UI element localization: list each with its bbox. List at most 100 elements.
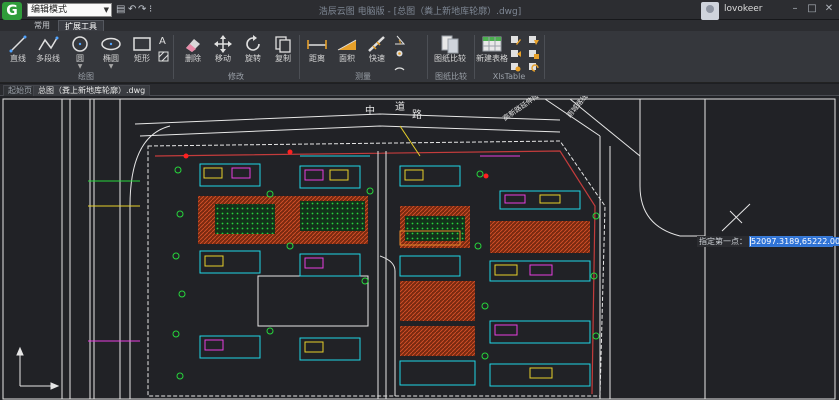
road-line <box>134 113 561 125</box>
compare-icon <box>441 35 459 54</box>
copy-label: 复制 <box>275 54 291 63</box>
table-refresh-icon[interactable] <box>528 61 539 72</box>
window-title: 浩辰云图 电脑版 - [总图（粪上新地库轮廓）.dwg] <box>318 7 522 17</box>
redo-icon[interactable]: ↷ <box>138 3 146 17</box>
coordinate-icon[interactable] <box>394 48 405 59</box>
table-style-icon[interactable] <box>528 48 539 59</box>
line-label: 直线 <box>10 54 26 63</box>
document-tabs: 起始页 总图（粪上新地库轮廓）.dwg <box>0 84 839 96</box>
prompt-label: 指定第一点： <box>697 236 749 247</box>
text-icon[interactable]: A <box>158 35 169 46</box>
area-icon <box>337 39 357 51</box>
eraser-icon <box>186 39 200 52</box>
table-link-icon[interactable] <box>528 34 539 45</box>
copy-button[interactable]: 复制 <box>266 34 300 68</box>
undo-icon[interactable]: ↶ <box>128 3 136 17</box>
line-button[interactable]: 直线 <box>1 34 35 68</box>
compare-label: 图纸比较 <box>434 54 466 63</box>
line-icon <box>9 35 27 53</box>
tab-drawing[interactable]: 总图（粪上新地库轮廓）.dwg <box>33 85 151 96</box>
copy-icon <box>275 36 291 53</box>
coordinate-prompt: 指定第一点： 52097.3189,65222.0095 <box>697 236 839 247</box>
tab-common[interactable]: 常用 <box>28 20 56 31</box>
rectangle-button[interactable]: 矩形 <box>125 34 159 68</box>
drawing-canvas[interactable]: 中 道 路 高新路延伸段 雨城路线 指定第一点： 52097.3189,6522… <box>0 96 839 400</box>
hatch-zone <box>400 326 475 356</box>
erase-label: 删除 <box>185 54 201 63</box>
username[interactable]: lovokeer <box>724 4 763 14</box>
quick-measure-icon <box>368 36 385 52</box>
minimize-icon[interactable]: – <box>786 2 804 16</box>
street-label: 道 <box>395 100 405 113</box>
table-edit-icon[interactable] <box>510 34 521 45</box>
angle-icon[interactable] <box>394 34 405 45</box>
rotate-button[interactable]: 旋转 <box>236 34 270 68</box>
app-logo[interactable]: G <box>2 2 22 20</box>
tab-extension-tools[interactable]: 扩展工具 <box>58 20 104 31</box>
marker-point <box>183 153 189 159</box>
mode-select[interactable]: 编辑模式 ▼ <box>27 3 112 17</box>
polyline-icon <box>38 36 59 51</box>
move-button[interactable]: 移动 <box>206 34 240 68</box>
area-label: 面积 <box>339 54 355 63</box>
new-table-label: 新建表格 <box>476 54 508 63</box>
move-icon <box>214 35 232 53</box>
rectangle-label: 矩形 <box>134 54 150 63</box>
ribbon-tabs: 常用 扩展工具 <box>0 20 839 31</box>
chevron-down-icon[interactable]: ▼ <box>63 64 97 70</box>
building-outline <box>257 275 369 327</box>
hatch-zone <box>490 221 590 253</box>
polyline-button[interactable]: 多段线 <box>31 34 65 68</box>
road-line <box>139 125 561 137</box>
hatch-zone <box>215 204 275 234</box>
chevron-down-icon: ▼ <box>103 6 109 14</box>
avatar[interactable] <box>701 2 719 20</box>
rectangle-icon <box>133 37 151 51</box>
group-title-measure: 测量 <box>355 72 371 81</box>
circle-button[interactable]: 圆 ▼ <box>63 34 97 70</box>
compare-drawings-button[interactable]: 图纸比较 <box>432 34 468 68</box>
table-export-icon[interactable] <box>510 61 521 72</box>
leader-line <box>399 125 421 157</box>
cad-drawing: 中 道 路 高新路延伸段 雨城路线 <box>2 96 836 400</box>
chevron-down-icon[interactable]: ▼ <box>94 64 128 70</box>
distance-label: 距离 <box>309 54 325 63</box>
area-button[interactable]: 面积 <box>330 34 364 68</box>
distance-button[interactable]: 距离 <box>300 34 334 68</box>
tab-start-page[interactable]: 起始页 <box>3 85 37 96</box>
table-icon <box>482 36 502 52</box>
road-line <box>129 125 171 399</box>
marker-point <box>287 149 293 155</box>
coordinate-value: 52097.3189,65222.0095 <box>751 237 839 246</box>
hatch-icon[interactable] <box>158 51 169 62</box>
move-label: 移动 <box>215 54 231 63</box>
group-title-xlstable: XlsTable <box>492 72 526 81</box>
rotate-icon <box>246 35 260 51</box>
tab-drawing-label: 总图（粪上新地库轮廓）.dwg <box>38 86 146 95</box>
customize-icon[interactable]: ⁝ <box>149 3 152 17</box>
open-icon[interactable]: ▤ <box>116 3 125 17</box>
tab-start-page-label: 起始页 <box>8 86 32 95</box>
group-title-compare: 图纸比较 <box>435 72 467 81</box>
quick-measure-button[interactable]: 快速 <box>360 34 394 68</box>
svg-text:A: A <box>159 36 166 46</box>
ellipse-button[interactable]: 椭圆 ▼ <box>94 34 128 70</box>
road-line <box>639 99 681 237</box>
hatch-zone <box>400 281 475 321</box>
maximize-icon[interactable]: □ <box>803 2 821 16</box>
rotate-label: 旋转 <box>245 54 261 63</box>
group-title-modify: 修改 <box>228 72 244 81</box>
group-title-draw: 绘图 <box>78 72 94 81</box>
table-import-icon[interactable] <box>510 48 521 59</box>
ucs-icon <box>16 346 60 390</box>
mode-select-value: 编辑模式 <box>31 5 68 15</box>
hatch-zone <box>300 201 365 231</box>
polyline-label: 多段线 <box>36 54 60 63</box>
road-line <box>379 255 396 396</box>
new-table-button[interactable]: 新建表格 <box>472 34 512 68</box>
arc-length-icon[interactable] <box>394 61 405 72</box>
close-icon[interactable]: ✕ <box>820 2 838 16</box>
coordinate-input[interactable]: 52097.3189,65222.0095 <box>749 236 839 247</box>
erase-button[interactable]: 删除 <box>176 34 210 68</box>
ellipse-icon <box>101 37 121 51</box>
